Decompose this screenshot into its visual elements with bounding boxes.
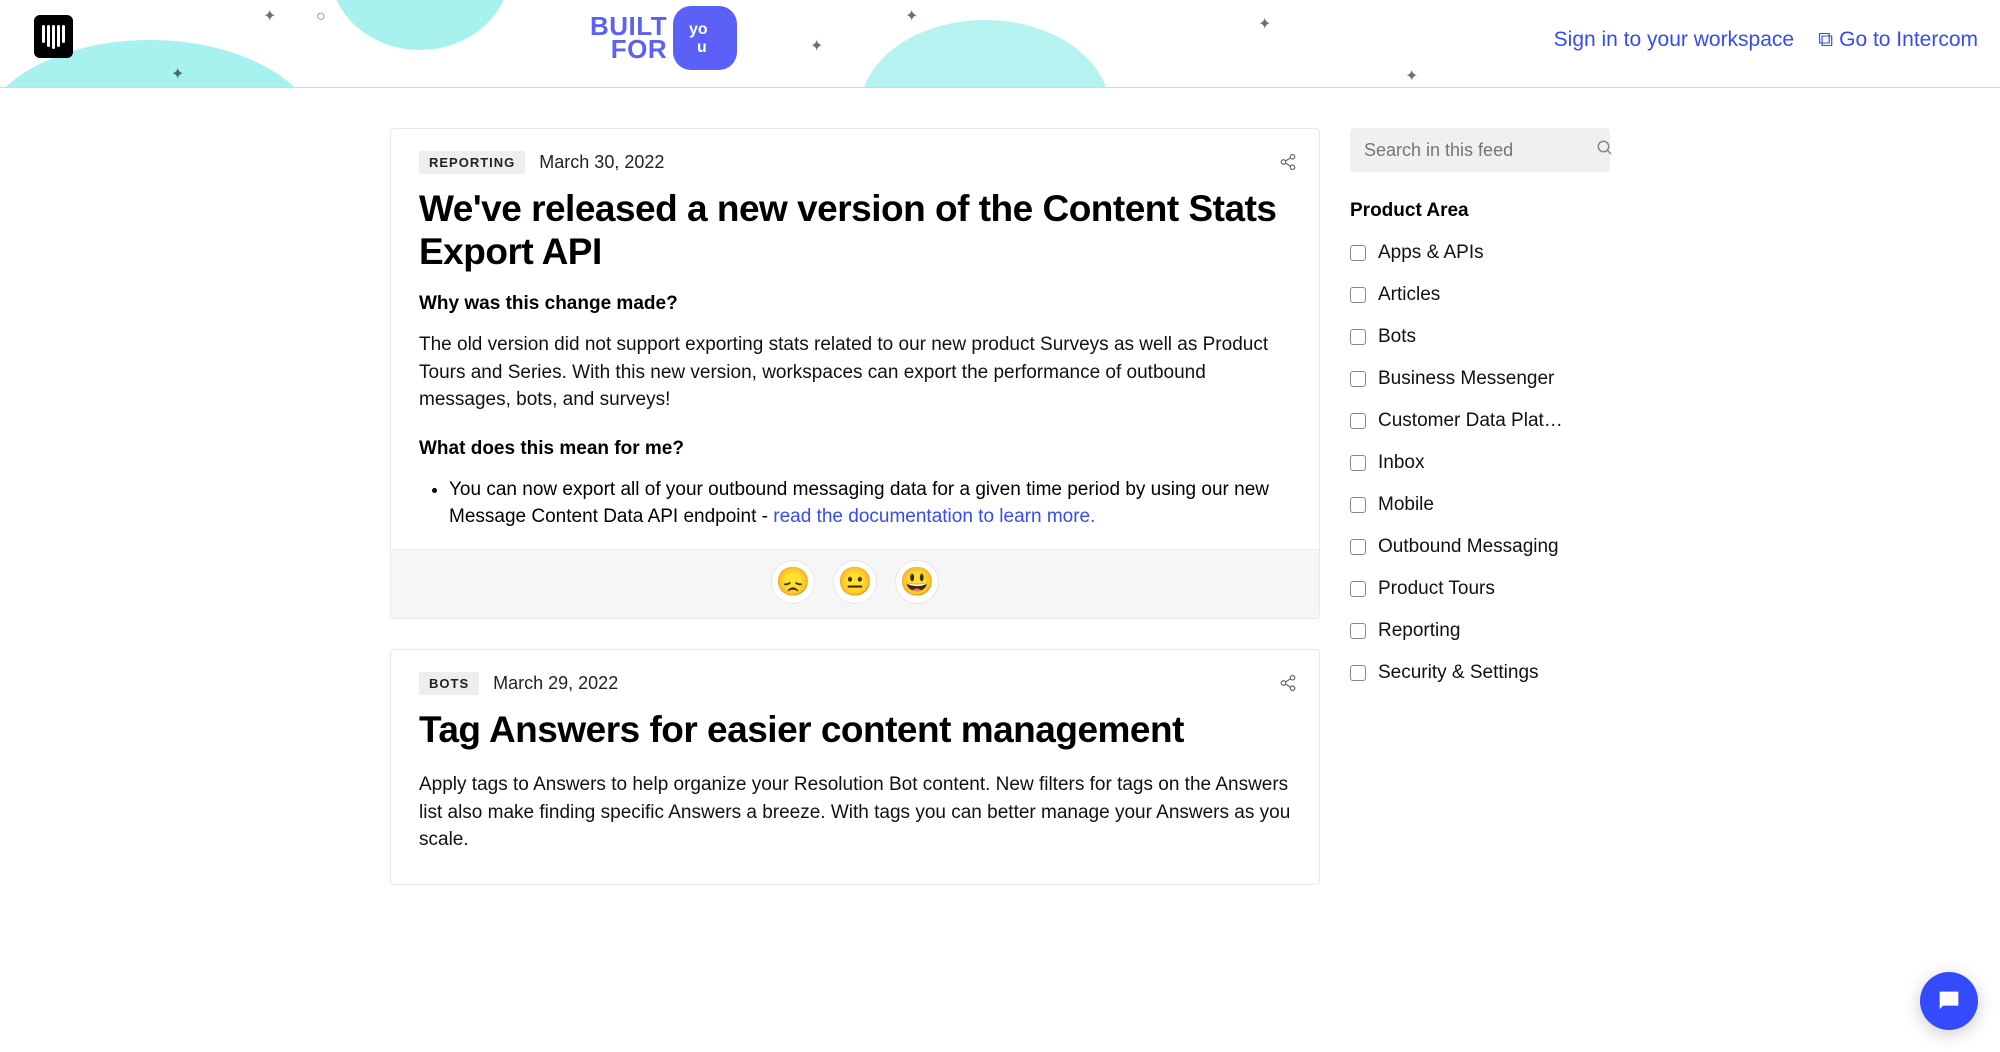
post-title[interactable]: Tag Answers for easier content managemen… xyxy=(419,709,1291,752)
filter-label: Apps & APIs xyxy=(1378,242,1484,264)
filter-heading: Product Area xyxy=(1350,200,1610,222)
post-paragraph: Apply tags to Answers to help organize y… xyxy=(419,771,1291,854)
post-date: March 30, 2022 xyxy=(539,152,664,173)
post-list-item: You can now export all of your outbound … xyxy=(449,476,1291,531)
svg-text:u: u xyxy=(697,39,707,56)
filter-label: Reporting xyxy=(1378,620,1460,642)
share-icon[interactable] xyxy=(1279,153,1297,176)
filter-security-settings[interactable]: Security & Settings xyxy=(1350,662,1610,684)
filter-label: Security & Settings xyxy=(1378,662,1539,684)
filter-mobile[interactable]: Mobile xyxy=(1350,494,1610,516)
chat-icon xyxy=(1935,987,1963,1015)
checkbox-icon xyxy=(1350,287,1366,303)
read-docs-link[interactable]: read the documentation to learn more. xyxy=(773,506,1095,527)
reaction-sad[interactable]: 😞 xyxy=(771,560,815,604)
post-paragraph: The old version did not support exportin… xyxy=(419,331,1291,414)
filter-label: Product Tours xyxy=(1378,578,1495,600)
filter-reporting[interactable]: Reporting xyxy=(1350,620,1610,642)
checkbox-icon xyxy=(1350,665,1366,681)
checkbox-icon xyxy=(1350,497,1366,513)
search-input[interactable] xyxy=(1364,140,1596,161)
checkbox-icon xyxy=(1350,581,1366,597)
search-box[interactable] xyxy=(1350,128,1610,172)
external-link-icon: ⧉ xyxy=(1818,28,1833,52)
post-card: REPORTING March 30, 2022 We've released … xyxy=(390,128,1320,619)
sparkle-icon: ○ xyxy=(316,8,326,26)
checkbox-icon xyxy=(1350,413,1366,429)
chat-launcher[interactable] xyxy=(1920,972,1978,1030)
checkbox-icon xyxy=(1350,329,1366,345)
sparkle-icon: ✦ xyxy=(263,6,276,26)
filter-label: Mobile xyxy=(1378,494,1434,516)
reaction-neutral[interactable]: 😐 xyxy=(833,560,877,604)
post-tag[interactable]: BOTS xyxy=(419,672,479,695)
filter-label: Articles xyxy=(1378,284,1440,306)
post-subheading: What does this mean for me? xyxy=(419,438,1291,460)
sparkle-icon: ✦ xyxy=(905,6,918,26)
filter-label: Customer Data Platfo... xyxy=(1378,410,1568,432)
checkbox-icon xyxy=(1350,371,1366,387)
post-title[interactable]: We've released a new version of the Cont… xyxy=(419,188,1291,273)
intercom-logo[interactable] xyxy=(34,15,73,58)
filter-label: Inbox xyxy=(1378,452,1424,474)
post-date: March 29, 2022 xyxy=(493,673,618,694)
search-icon xyxy=(1596,139,1614,162)
goto-intercom-label: Go to Intercom xyxy=(1839,28,1978,51)
filter-label: Business Messenger xyxy=(1378,368,1554,390)
checkbox-icon xyxy=(1350,245,1366,261)
filter-articles[interactable]: Articles xyxy=(1350,284,1610,306)
filter-label: Outbound Messaging xyxy=(1378,536,1559,558)
filter-product-tours[interactable]: Product Tours xyxy=(1350,578,1610,600)
checkbox-icon xyxy=(1350,623,1366,639)
filter-outbound-messaging[interactable]: Outbound Messaging xyxy=(1350,536,1610,558)
built-for-you-badge: BUILT FOR you xyxy=(590,6,737,70)
share-icon[interactable] xyxy=(1279,674,1297,697)
filter-customer-data-platform[interactable]: Customer Data Platfo... xyxy=(1350,410,1610,432)
filter-inbox[interactable]: Inbox xyxy=(1350,452,1610,474)
signin-link[interactable]: Sign in to your workspace xyxy=(1554,28,1794,52)
post-tag[interactable]: REPORTING xyxy=(419,151,525,174)
feed: REPORTING March 30, 2022 We've released … xyxy=(390,128,1320,915)
post-subheading: Why was this change made? xyxy=(419,293,1291,315)
sidebar: Product Area Apps & APIs Articles Bots B… xyxy=(1350,128,1610,915)
header-links: Sign in to your workspace ⧉ Go to Interco… xyxy=(1554,28,1978,52)
filter-bots[interactable]: Bots xyxy=(1350,326,1610,348)
sparkle-icon: ✦ xyxy=(171,64,184,84)
sparkle-icon: ✦ xyxy=(1258,14,1271,34)
sparkle-icon: ✦ xyxy=(1405,66,1418,86)
reaction-happy[interactable]: 😃 xyxy=(895,560,939,604)
reactions-bar: 😞 😐 😃 xyxy=(391,549,1319,618)
filter-list: Apps & APIs Articles Bots Business Messe… xyxy=(1350,242,1610,684)
decorative-blob xyxy=(330,0,510,50)
filter-label: Bots xyxy=(1378,326,1416,348)
checkbox-icon xyxy=(1350,455,1366,471)
goto-intercom-link[interactable]: ⧉ Go to Intercom xyxy=(1818,28,1978,52)
checkbox-icon xyxy=(1350,539,1366,555)
topbar: ✦ ✦ ○ ✦ ✦ ✦ ✦ BUILT FOR you Sign in to y… xyxy=(0,0,2000,88)
filter-business-messenger[interactable]: Business Messenger xyxy=(1350,368,1610,390)
you-badge: you xyxy=(673,6,737,70)
sparkle-icon: ✦ xyxy=(810,36,823,56)
for-text: FOR xyxy=(590,38,667,61)
post-card: BOTS March 29, 2022 Tag Answers for easi… xyxy=(390,649,1320,885)
svg-text:yo: yo xyxy=(689,21,708,38)
filter-apps-apis[interactable]: Apps & APIs xyxy=(1350,242,1610,264)
decorative-blob xyxy=(860,20,1110,88)
